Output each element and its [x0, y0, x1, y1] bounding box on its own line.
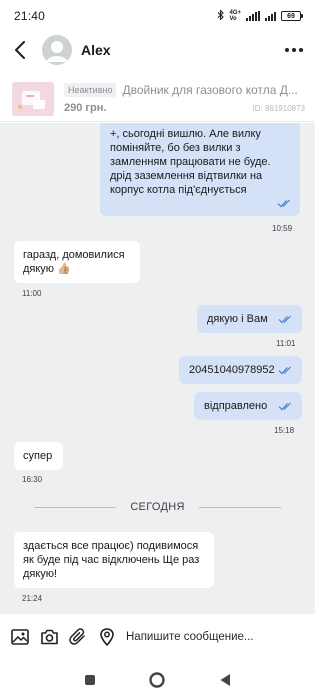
message-text: здається все працює) подивимося як буде …	[23, 540, 200, 580]
avatar[interactable]	[42, 35, 72, 65]
message-incoming[interactable]: супер	[14, 442, 63, 470]
message-input[interactable]	[126, 631, 305, 643]
back-arrow-icon[interactable]	[10, 40, 30, 60]
message-time: 10:59	[272, 224, 293, 233]
message-outgoing[interactable]: +, сьогодні вишлю. Але вилку поміняйте, …	[100, 123, 300, 216]
chat-header: Alex	[0, 32, 315, 68]
message-time: 21:24	[22, 594, 43, 603]
battery-icon: 69	[281, 11, 303, 21]
chat-messages[interactable]: +, сьогодні вишлю. Але вилку поміняйте, …	[0, 123, 315, 614]
product-info: Неактивно Двойник для газового котла Д..…	[64, 83, 305, 114]
message-text: супер	[23, 450, 53, 462]
read-check-icon	[277, 199, 290, 208]
message-time: 15:18	[274, 426, 295, 435]
message-incoming[interactable]: гаразд, домовилися дякую 👍🏼	[14, 241, 140, 283]
network-type: 4G+ Vo	[229, 10, 241, 22]
listing-id: ID: 861910873	[252, 104, 306, 113]
day-separator: СЕГОДНЯ	[0, 497, 315, 517]
read-check-icon	[278, 315, 291, 324]
home-icon[interactable]	[147, 670, 167, 690]
message-text: гаразд, домовилися дякую 👍🏼	[23, 249, 125, 275]
bluetooth-icon	[217, 8, 225, 23]
status-bar: 21:40 4G+ Vo 69	[0, 0, 315, 32]
message-outgoing[interactable]: дякую і Вам	[197, 305, 302, 333]
message-incoming[interactable]: здається все працює) подивимося як буде …	[14, 532, 214, 588]
location-icon[interactable]	[97, 627, 117, 647]
message-text: дякую і Вам	[207, 313, 268, 325]
message-outgoing[interactable]: 20451040978952	[179, 356, 302, 384]
read-check-icon	[278, 402, 291, 411]
message-text: відправлено	[204, 400, 268, 412]
day-separator-label: СЕГОДНЯ	[130, 501, 185, 513]
product-title: Двойник для газового котла Д...	[122, 83, 298, 97]
signal-icon	[246, 11, 260, 21]
image-icon[interactable]	[10, 627, 30, 647]
read-check-icon	[278, 366, 291, 375]
message-text: +, сьогодні вишлю. Але вилку поміняйте, …	[110, 128, 271, 196]
message-time: 11:00	[22, 289, 42, 298]
status-badge: Неактивно	[64, 83, 117, 97]
message-outgoing[interactable]: відправлено	[194, 392, 302, 420]
status-icons: 4G+ Vo 69	[217, 8, 303, 23]
product-price: 290 грн.	[64, 102, 107, 114]
product-thumbnail	[12, 81, 54, 116]
attach-icon[interactable]	[68, 627, 88, 647]
product-card[interactable]: Неактивно Двойник для газового котла Д..…	[0, 76, 315, 122]
status-time: 21:40	[14, 9, 46, 23]
more-dots-icon[interactable]	[283, 42, 305, 58]
system-nav-bar	[0, 660, 315, 700]
signal-icon-2	[265, 11, 276, 21]
recent-apps-icon[interactable]	[80, 670, 100, 690]
message-time: 16:30	[22, 475, 43, 484]
message-text: 20451040978952	[189, 364, 275, 376]
camera-icon[interactable]	[39, 627, 59, 647]
message-time: 11:01	[276, 339, 296, 348]
back-icon[interactable]	[215, 670, 235, 690]
contact-name[interactable]: Alex	[81, 42, 111, 58]
message-input-bar	[0, 614, 315, 660]
